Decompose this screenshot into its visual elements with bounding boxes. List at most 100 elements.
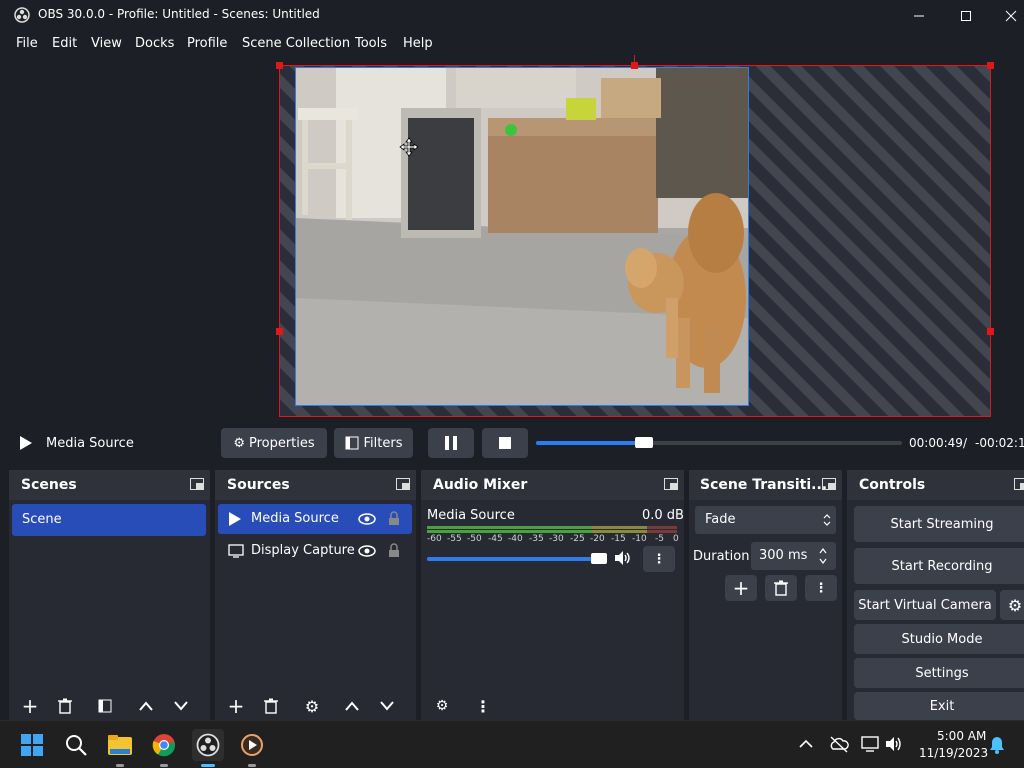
meter-scale-label: -35 [529, 534, 544, 544]
remaining-time: -00:02:10 [975, 436, 1024, 450]
volume-icon[interactable] [884, 735, 904, 753]
move-source-down-button[interactable] [372, 694, 402, 718]
spin-arrows-icon[interactable] [818, 546, 828, 566]
transition-properties-button[interactable]: ⋮ [805, 575, 837, 601]
pause-icon [445, 436, 457, 450]
move-scene-down-button[interactable] [166, 694, 196, 718]
duration-label: Duration [693, 549, 750, 564]
clock-date[interactable]: 11/19/2023 [919, 746, 988, 760]
controls-title: Controls [847, 470, 1024, 500]
start-button[interactable] [16, 729, 48, 761]
volume-slider[interactable] [427, 553, 607, 564]
plus-icon: + [21, 694, 39, 718]
minimize-button[interactable] [896, 0, 942, 32]
play-icon[interactable] [19, 435, 33, 451]
menu-docks[interactable]: Docks [135, 36, 174, 51]
properties-button[interactable]: ⚙ Properties [221, 428, 327, 458]
menu-view[interactable]: View [91, 36, 122, 51]
undock-icon[interactable] [664, 478, 678, 490]
undock-icon[interactable] [190, 478, 204, 490]
volume-handle[interactable] [591, 553, 607, 564]
mixer-channel-name: Media Source [427, 508, 515, 523]
menu-file[interactable]: File [16, 36, 38, 51]
seek-handle[interactable] [635, 437, 653, 448]
chevron-up-icon[interactable] [799, 739, 813, 749]
lock-icon[interactable] [388, 543, 400, 558]
eye-icon[interactable] [358, 545, 376, 557]
exit-button[interactable]: Exit [854, 692, 1024, 720]
resize-handle[interactable] [987, 62, 994, 69]
add-source-button[interactable]: + [221, 694, 251, 718]
title-bar: OBS 30.0.0 - Profile: Untitled - Scenes:… [0, 0, 1024, 32]
maximize-button[interactable] [943, 0, 989, 32]
mixer-menu-button[interactable]: ⋮ [643, 546, 675, 572]
meter-scale: -60 -55 -50 -45 -40 -35 -30 -25 -20 -15 … [427, 534, 681, 546]
volume-meter [427, 525, 677, 534]
chrome-button[interactable] [148, 729, 180, 767]
volume-fill [427, 557, 599, 561]
move-source-up-button[interactable] [337, 694, 367, 718]
resize-handle[interactable] [631, 62, 638, 69]
audio-mixer-title: Audio Mixer [421, 470, 684, 500]
menu-profile[interactable]: Profile [187, 36, 227, 51]
remove-source-button[interactable] [256, 694, 286, 718]
meter-scale-label: -40 [508, 534, 523, 544]
speaker-icon[interactable] [614, 550, 632, 566]
menu-help[interactable]: Help [403, 36, 433, 51]
close-icon [1005, 10, 1017, 22]
remove-transition-button[interactable] [765, 575, 797, 601]
undock-icon[interactable] [1014, 478, 1024, 490]
source-item-media[interactable]: Media Source [218, 504, 412, 534]
search-button[interactable] [60, 729, 92, 761]
obs-taskbar-button[interactable] [192, 729, 224, 767]
add-scene-button[interactable]: + [15, 694, 45, 718]
source-item-display[interactable]: Display Capture [218, 536, 412, 566]
monitor-icon [228, 544, 244, 558]
stop-button[interactable] [482, 428, 528, 458]
eye-icon[interactable] [358, 513, 376, 525]
undock-icon[interactable] [396, 478, 410, 490]
move-scene-up-button[interactable] [131, 694, 161, 718]
maximize-icon [961, 11, 971, 21]
menu-edit[interactable]: Edit [52, 36, 77, 51]
menu-tools[interactable]: Tools [355, 36, 387, 51]
scene-transitions-dock: Scene Transiti... Fade Duration 300 ms +… [689, 470, 842, 720]
folder-icon [108, 735, 132, 755]
advanced-audio-button[interactable]: ⚙ [427, 694, 457, 718]
file-explorer-button[interactable] [104, 729, 136, 767]
start-virtual-camera-button[interactable]: Start Virtual Camera [854, 590, 996, 620]
media-source-video[interactable] [295, 67, 749, 406]
transition-select[interactable]: Fade [695, 506, 836, 534]
start-recording-button[interactable]: Start Recording [854, 548, 1024, 584]
source-properties-button[interactable]: ⚙ [297, 694, 327, 718]
network-icon[interactable] [860, 735, 880, 753]
menu-scene-collection[interactable]: Scene Collection [242, 36, 350, 51]
resize-handle[interactable] [276, 328, 283, 335]
undock-icon[interactable] [822, 478, 836, 490]
resize-handle[interactable] [987, 328, 994, 335]
lock-icon[interactable] [388, 511, 400, 526]
settings-button[interactable]: Settings [854, 658, 1024, 688]
notification-bell-icon[interactable] [988, 735, 1006, 755]
media-player-button[interactable] [236, 729, 268, 767]
virtual-camera-settings-button[interactable]: ⚙ [1000, 590, 1024, 620]
start-streaming-button[interactable]: Start Streaming [854, 506, 1024, 542]
filters-button[interactable]: Filters [334, 428, 413, 458]
seek-slider[interactable] [536, 437, 902, 448]
pause-button[interactable] [428, 428, 474, 458]
clock-time[interactable]: 5:00 AM [937, 729, 986, 743]
studio-mode-button[interactable]: Studio Mode [854, 624, 1024, 654]
scene-item-label: Scene [22, 512, 62, 527]
gear-icon: ⚙ [304, 696, 320, 716]
remove-scene-button[interactable] [50, 694, 80, 718]
scene-filters-button[interactable] [90, 694, 120, 718]
video-frame-image [296, 68, 748, 405]
taskbar: 5:00 AM 11/19/2023 [0, 720, 1024, 768]
resize-handle[interactable] [276, 62, 283, 69]
add-transition-button[interactable]: + [725, 575, 757, 601]
duration-spinbox[interactable]: 300 ms [751, 542, 836, 570]
close-button[interactable] [988, 0, 1024, 32]
mixer-options-button[interactable]: ⋮ [468, 694, 498, 718]
cloud-off-icon[interactable] [829, 735, 849, 753]
scene-item[interactable]: Scene [12, 504, 206, 536]
